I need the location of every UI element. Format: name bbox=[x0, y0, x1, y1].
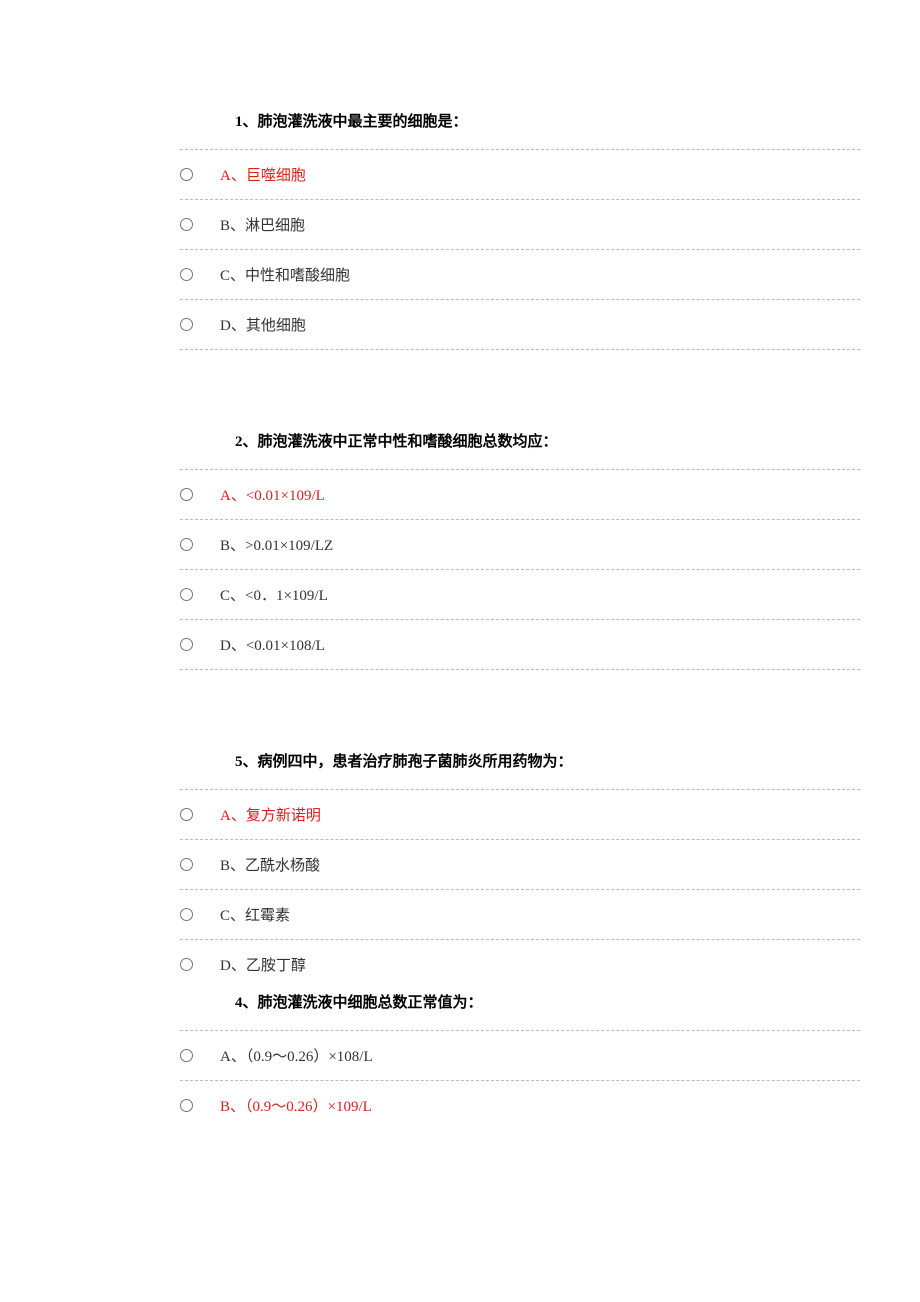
question-block: 1、肺泡灌洗液中最主要的细胞是： A、巨噬细胞 B、淋巴细胞 C、中性和嗜酸细胞… bbox=[180, 100, 860, 350]
option-radio[interactable] bbox=[180, 218, 193, 231]
option-row: A、（0.9～0.26）×108/L bbox=[180, 1031, 860, 1081]
option-label: D、<0.01×108/L bbox=[220, 634, 860, 655]
option-label: C、<0．1×109/L bbox=[220, 584, 860, 605]
option-radio[interactable] bbox=[180, 318, 193, 331]
option-row: C、中性和嗜酸细胞 bbox=[180, 250, 860, 300]
option-label: C、红霉素 bbox=[220, 904, 860, 925]
option-radio[interactable] bbox=[180, 538, 193, 551]
option-row: D、乙胺丁醇 bbox=[180, 940, 860, 989]
option-radio[interactable] bbox=[180, 268, 193, 281]
option-label: B、乙酰水杨酸 bbox=[220, 854, 860, 875]
document-page: 1、肺泡灌洗液中最主要的细胞是： A、巨噬细胞 B、淋巴细胞 C、中性和嗜酸细胞… bbox=[0, 0, 920, 1240]
option-radio[interactable] bbox=[180, 958, 193, 971]
option-label: D、其他细胞 bbox=[220, 314, 860, 335]
option-row: C、<0．1×109/L bbox=[180, 570, 860, 620]
option-row: B、（0.9～0.26）×109/L bbox=[180, 1081, 860, 1130]
option-radio[interactable] bbox=[180, 488, 193, 501]
option-row: B、淋巴细胞 bbox=[180, 200, 860, 250]
option-radio[interactable] bbox=[180, 638, 193, 651]
question-block: 5、病例四中，患者治疗肺孢子菌肺炎所用药物为： A、复方新诺明 B、乙酰水杨酸 … bbox=[180, 740, 860, 989]
option-radio[interactable] bbox=[180, 588, 193, 601]
option-label: A、复方新诺明 bbox=[220, 804, 860, 825]
option-label: B、淋巴细胞 bbox=[220, 214, 860, 235]
option-label: D、乙胺丁醇 bbox=[220, 954, 860, 975]
question-stem: 2、肺泡灌洗液中正常中性和嗜酸细胞总数均应： bbox=[180, 420, 860, 469]
option-label: A、（0.9～0.26）×108/L bbox=[220, 1045, 860, 1066]
option-row: A、<0.01×109/L bbox=[180, 470, 860, 520]
option-radio[interactable] bbox=[180, 908, 193, 921]
option-radio[interactable] bbox=[180, 1099, 193, 1112]
option-label: C、中性和嗜酸细胞 bbox=[220, 264, 860, 285]
option-row: D、<0.01×108/L bbox=[180, 620, 860, 670]
option-label: B、（0.9～0.26）×109/L bbox=[220, 1095, 860, 1116]
option-radio[interactable] bbox=[180, 858, 193, 871]
question-block: 2、肺泡灌洗液中正常中性和嗜酸细胞总数均应： A、<0.01×109/L B、>… bbox=[180, 420, 860, 670]
question-block: 4、肺泡灌洗液中细胞总数正常值为： A、（0.9～0.26）×108/L B、（… bbox=[180, 989, 860, 1130]
option-row: D、其他细胞 bbox=[180, 300, 860, 350]
option-radio[interactable] bbox=[180, 1049, 193, 1062]
option-row: C、红霉素 bbox=[180, 890, 860, 940]
option-radio[interactable] bbox=[180, 168, 193, 181]
question-stem: 5、病例四中，患者治疗肺孢子菌肺炎所用药物为： bbox=[180, 740, 860, 789]
option-label: B、>0.01×109/LZ bbox=[220, 534, 860, 555]
option-row: A、巨噬细胞 bbox=[180, 150, 860, 200]
option-row: B、>0.01×109/LZ bbox=[180, 520, 860, 570]
option-row: A、复方新诺明 bbox=[180, 790, 860, 840]
question-stem: 1、肺泡灌洗液中最主要的细胞是： bbox=[180, 100, 860, 149]
option-row: B、乙酰水杨酸 bbox=[180, 840, 860, 890]
option-label: A、<0.01×109/L bbox=[220, 484, 860, 505]
option-label: A、巨噬细胞 bbox=[220, 164, 860, 185]
option-radio[interactable] bbox=[180, 808, 193, 821]
question-stem: 4、肺泡灌洗液中细胞总数正常值为： bbox=[180, 989, 860, 1030]
